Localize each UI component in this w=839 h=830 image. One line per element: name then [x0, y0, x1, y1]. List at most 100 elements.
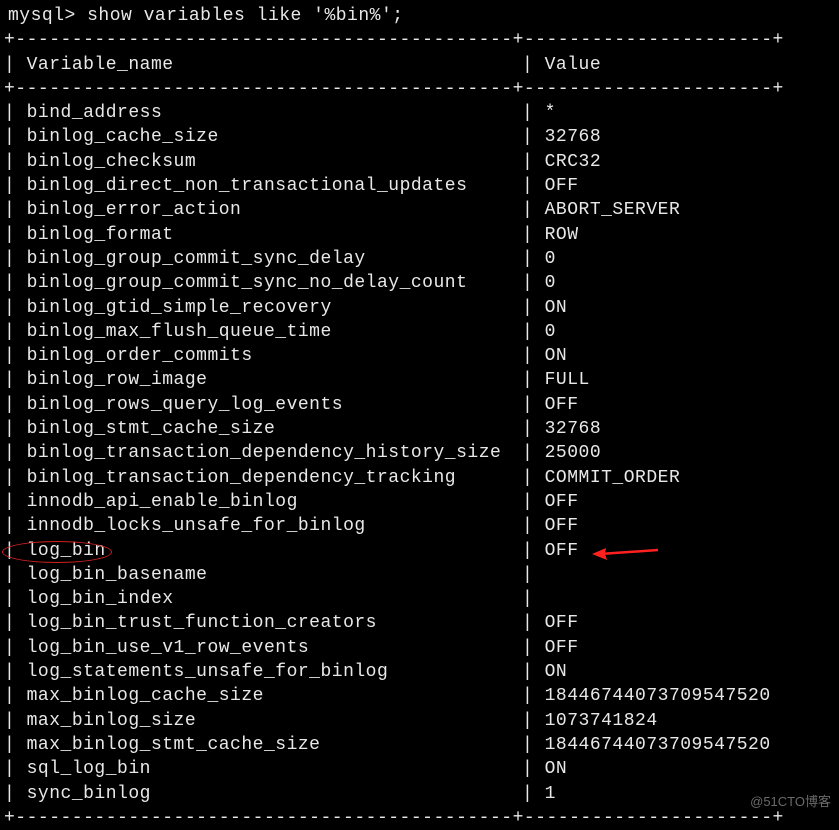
cell-variable-name: | binlog_gtid_simple_recovery — [4, 296, 522, 320]
value-text: 0 — [545, 273, 556, 293]
header-variable-name: Variable_name — [27, 55, 174, 75]
variable-name-text: binlog_error_action — [27, 200, 242, 220]
cell-variable-name: | bind_address — [4, 101, 522, 125]
value-text: OFF — [545, 516, 579, 536]
table-header: | Variable_name | Value — [0, 53, 839, 77]
cell-value: | 32768 — [522, 417, 839, 441]
cell-value: | ON — [522, 660, 839, 684]
variable-name-text: binlog_format — [27, 225, 174, 245]
cell-value: | 0 — [522, 271, 839, 295]
variable-name-text: binlog_group_commit_sync_delay — [27, 249, 366, 269]
header-value: Value — [545, 55, 602, 75]
variable-name-text: log_bin_use_v1_row_events — [27, 638, 310, 658]
table-row: | log_bin_trust_function_creators| OFF — [0, 611, 839, 635]
cell-variable-name: | binlog_format — [4, 223, 522, 247]
cell-value: | 18446744073709547520 — [522, 684, 839, 708]
cell-value: | ROW — [522, 223, 839, 247]
variable-name-text: log_bin — [27, 541, 106, 561]
variable-name-text: binlog_gtid_simple_recovery — [27, 298, 332, 318]
cell-variable-name: | log_bin — [4, 539, 522, 563]
table-row: | sync_binlog| 1 — [0, 782, 839, 806]
cell-variable-name: | log_bin_basename — [4, 563, 522, 587]
table-row: | binlog_gtid_simple_recovery| ON — [0, 296, 839, 320]
cell-value: | 1073741824 — [522, 709, 839, 733]
table-row: | innodb_locks_unsafe_for_binlog| OFF — [0, 514, 839, 538]
cell-value: | — [522, 563, 839, 587]
cell-value: | FULL — [522, 368, 839, 392]
variable-name-text: log_statements_unsafe_for_binlog — [27, 662, 389, 682]
cell-value: | ON — [522, 757, 839, 781]
variable-name-text: innodb_api_enable_binlog — [27, 492, 298, 512]
value-text: 32768 — [545, 419, 602, 439]
cell-value: | OFF — [522, 539, 839, 563]
cell-value: | * — [522, 101, 839, 125]
value-text: 1 — [545, 784, 556, 804]
cell-value: | OFF — [522, 636, 839, 660]
table-row: | binlog_stmt_cache_size| 32768 — [0, 417, 839, 441]
variable-name-text: binlog_transaction_dependency_history_si… — [27, 443, 502, 463]
table-row: | binlog_transaction_dependency_history_… — [0, 441, 839, 465]
variable-name-text: binlog_direct_non_transactional_updates — [27, 176, 468, 196]
value-text: ON — [545, 759, 568, 779]
table-row: | max_binlog_stmt_cache_size| 1844674407… — [0, 733, 839, 757]
value-text: ABORT_SERVER — [545, 200, 681, 220]
value-text: OFF — [545, 613, 579, 633]
cell-value: | 0 — [522, 320, 839, 344]
cell-value: | 32768 — [522, 125, 839, 149]
header-col-value: | Value — [522, 53, 839, 77]
header-col-name: | Variable_name — [4, 53, 522, 77]
cell-variable-name: | log_statements_unsafe_for_binlog — [4, 660, 522, 684]
separator-bottom: +---------------------------------------… — [0, 806, 839, 830]
table-body: | bind_address| *| binlog_cache_size| 32… — [0, 101, 839, 806]
variable-name-text: binlog_max_flush_queue_time — [27, 322, 332, 342]
cell-variable-name: | sync_binlog — [4, 782, 522, 806]
cell-variable-name: | max_binlog_cache_size — [4, 684, 522, 708]
cell-value: | ABORT_SERVER — [522, 198, 839, 222]
cell-variable-name: | binlog_transaction_dependency_history_… — [4, 441, 522, 465]
table-row: | binlog_max_flush_queue_time| 0 — [0, 320, 839, 344]
watermark: @51CTO博客 — [750, 793, 831, 811]
table-row: | binlog_error_action| ABORT_SERVER — [0, 198, 839, 222]
cell-value: | OFF — [522, 514, 839, 538]
cell-variable-name: | binlog_max_flush_queue_time — [4, 320, 522, 344]
value-text: ON — [545, 298, 568, 318]
cell-value: | — [522, 587, 839, 611]
value-text: ON — [545, 662, 568, 682]
variable-name-text: binlog_transaction_dependency_tracking — [27, 468, 456, 488]
cell-value: | OFF — [522, 611, 839, 635]
variable-name-text: binlog_stmt_cache_size — [27, 419, 276, 439]
variable-name-text: max_binlog_size — [27, 711, 197, 731]
variable-name-text: max_binlog_stmt_cache_size — [27, 735, 321, 755]
cell-value: | ON — [522, 344, 839, 368]
value-text: OFF — [545, 541, 579, 561]
table-row: | binlog_cache_size| 32768 — [0, 125, 839, 149]
table-row: | binlog_direct_non_transactional_update… — [0, 174, 839, 198]
table-row: | binlog_row_image| FULL — [0, 368, 839, 392]
value-text: 0 — [545, 322, 556, 342]
cell-value: | OFF — [522, 490, 839, 514]
variable-name-text: binlog_checksum — [27, 152, 197, 172]
variable-name-text: log_bin_trust_function_creators — [27, 613, 377, 633]
value-text: OFF — [545, 492, 579, 512]
value-text: 25000 — [545, 443, 602, 463]
value-text: COMMIT_ORDER — [545, 468, 681, 488]
separator-mid: +---------------------------------------… — [0, 77, 839, 101]
cell-value: | CRC32 — [522, 150, 839, 174]
variable-name-text: binlog_row_image — [27, 370, 208, 390]
table-row: | innodb_api_enable_binlog| OFF — [0, 490, 839, 514]
value-text: ON — [545, 346, 568, 366]
cell-value: | 18446744073709547520 — [522, 733, 839, 757]
table-row: | binlog_format| ROW — [0, 223, 839, 247]
cell-variable-name: | binlog_error_action — [4, 198, 522, 222]
variable-name-text: binlog_cache_size — [27, 127, 219, 147]
value-text: * — [545, 103, 556, 123]
value-text: 18446744073709547520 — [545, 686, 771, 706]
table-row: | binlog_transaction_dependency_tracking… — [0, 466, 839, 490]
cell-variable-name: | binlog_checksum — [4, 150, 522, 174]
variable-name-text: log_bin_index — [27, 589, 174, 609]
table-row: | log_bin_use_v1_row_events| OFF — [0, 636, 839, 660]
cell-variable-name: | binlog_order_commits — [4, 344, 522, 368]
table-row: | binlog_group_commit_sync_no_delay_coun… — [0, 271, 839, 295]
value-text: ROW — [545, 225, 579, 245]
variable-name-text: bind_address — [27, 103, 163, 123]
